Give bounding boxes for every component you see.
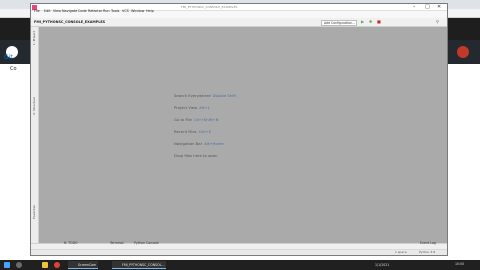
menu-edit[interactable]: Edit: [44, 9, 51, 13]
hint-project-view: Project View Alt+1: [174, 105, 210, 110]
menu-help[interactable]: Help: [146, 9, 154, 13]
page-heading: Git: [4, 54, 13, 61]
ide-left-toolwindow-bar: 1: Project 2: Structure Favorites: [31, 27, 39, 243]
search-icon[interactable]: [16, 262, 22, 268]
status-indent[interactable]: 1 space: [395, 251, 407, 254]
menu-tools[interactable]: Tools: [111, 9, 119, 13]
tab-structure[interactable]: 2: Structure: [32, 97, 38, 115]
debug-icon[interactable]: ✱: [369, 20, 372, 24]
windows-start-icon[interactable]: [4, 262, 10, 268]
status-interpreter[interactable]: Python 3.8: [419, 251, 435, 254]
tab-terminal[interactable]: Terminal: [110, 241, 123, 245]
hint-go-to-file: Go to File Ctrl+Shift+N: [174, 117, 219, 122]
hint-drop-files: Drop files here to open: [174, 153, 218, 158]
tab-python-console[interactable]: Python Console: [134, 241, 159, 245]
tab-project[interactable]: 1: Project: [32, 31, 38, 45]
taskbar-date: 1/1/2021: [375, 263, 390, 267]
taskbar-app-screencam[interactable]: ScreenCam: [68, 261, 99, 269]
menu-window[interactable]: Window: [131, 9, 144, 13]
editor-empty-area: [39, 27, 447, 243]
github-avatar[interactable]: [457, 46, 469, 58]
file-explorer-icon[interactable]: [42, 262, 48, 268]
maximize-icon[interactable]: □: [425, 5, 430, 10]
hint-search-everywhere: Search Everywhere Double Shift: [174, 93, 236, 98]
run-config-dropdown[interactable]: Add Configuration...: [321, 19, 357, 26]
minimize-icon[interactable]: –: [413, 5, 416, 10]
menu-run[interactable]: Run: [103, 9, 110, 13]
ide-toolbar: FMI_PYTHONSC_CONSOLE_EXAMPLES Add Config…: [31, 18, 447, 27]
ide-statusbar: 1 space Python 3.8: [31, 249, 447, 255]
menu-refactor[interactable]: Refactor: [88, 9, 102, 13]
chrome-icon[interactable]: [54, 262, 60, 268]
close-icon[interactable]: ✕: [437, 5, 441, 10]
hint-recent-files: Recent Files Ctrl+E: [174, 129, 212, 134]
menu-code[interactable]: Code: [78, 9, 87, 13]
menu-navigate[interactable]: Navigate: [62, 9, 77, 13]
run-icon[interactable]: ▶: [361, 20, 364, 24]
taskbar-clock[interactable]: 10:00: [455, 262, 464, 266]
project-breadcrumb[interactable]: FMI_PYTHONSC_CONSOLE_EXAMPLES: [34, 20, 105, 24]
menu-file[interactable]: File: [34, 9, 40, 13]
menu-view[interactable]: View: [53, 9, 61, 13]
taskbar-app-ide[interactable]: FMI_PYTHONSC_CONSOL...: [112, 261, 167, 269]
hint-navigation-bar: Navigation Bar Alt+Home: [174, 141, 224, 146]
page-subheading: Co: [10, 66, 17, 72]
menu-vcs[interactable]: VCS: [122, 9, 129, 13]
run-config-label: Add Configuration...: [324, 20, 355, 25]
event-log-button[interactable]: Event Log: [420, 241, 436, 245]
ide-title: FMI_PYTHONSC_CONSOLE_EXAMPLES: [181, 5, 238, 9]
tab-favorites[interactable]: Favorites: [32, 205, 38, 219]
ide-window: FMI_PYTHONSC_CONSOLE_EXAMPLES – □ ✕ FMI_…: [30, 3, 448, 256]
stop-icon[interactable]: ■: [377, 20, 381, 24]
search-icon[interactable]: ⚲: [436, 20, 439, 24]
tab-todo[interactable]: 6: TODO: [64, 241, 78, 245]
